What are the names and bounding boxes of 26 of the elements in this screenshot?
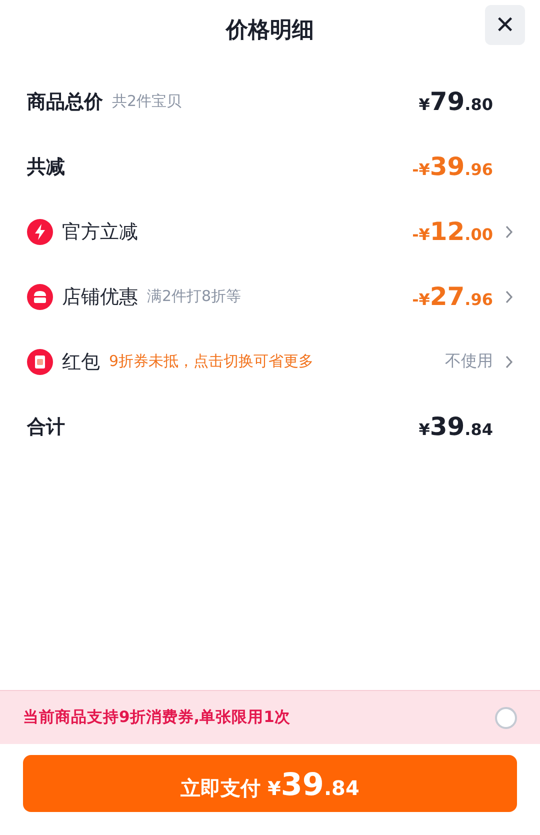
row-label: 红包 xyxy=(62,350,100,374)
price-amount: -¥39.96 xyxy=(412,152,493,181)
row-note: 9折券未抵，点击切换可省更多 xyxy=(109,352,314,371)
row-label: 商品总价 xyxy=(27,90,103,114)
radio-button[interactable] xyxy=(495,706,517,728)
price-amount: ¥79.80 xyxy=(418,87,493,116)
envelope-icon xyxy=(27,348,53,374)
lightning-icon xyxy=(27,218,53,244)
pay-button[interactable]: 立即支付 ¥39.84 xyxy=(23,755,517,812)
row-label: 合计 xyxy=(27,414,65,440)
sheet-title: 价格明细 xyxy=(226,17,314,45)
price-amount: -¥12.00 xyxy=(412,217,493,246)
row-label: 官方立减 xyxy=(62,220,138,244)
chevron-icon[interactable] xyxy=(505,290,513,304)
price-amount: -¥27.96 xyxy=(412,282,493,311)
close-button[interactable]: ✕ xyxy=(485,5,525,45)
chevron-icon[interactable] xyxy=(505,354,513,368)
chevron-icon[interactable] xyxy=(505,224,513,238)
row-value[interactable]: 不使用 xyxy=(445,351,493,372)
store-icon xyxy=(27,284,53,310)
row-label: 共减 xyxy=(27,154,65,180)
coupon-text: 当前商品支持9折消费券,单张限用1次 xyxy=(23,707,292,728)
price-amount: ¥39.84 xyxy=(418,412,493,441)
row-note: 满2件打8折等 xyxy=(147,287,242,306)
row-label: 店铺优惠 xyxy=(62,284,138,310)
row-note: 共2件宝贝 xyxy=(112,92,182,111)
